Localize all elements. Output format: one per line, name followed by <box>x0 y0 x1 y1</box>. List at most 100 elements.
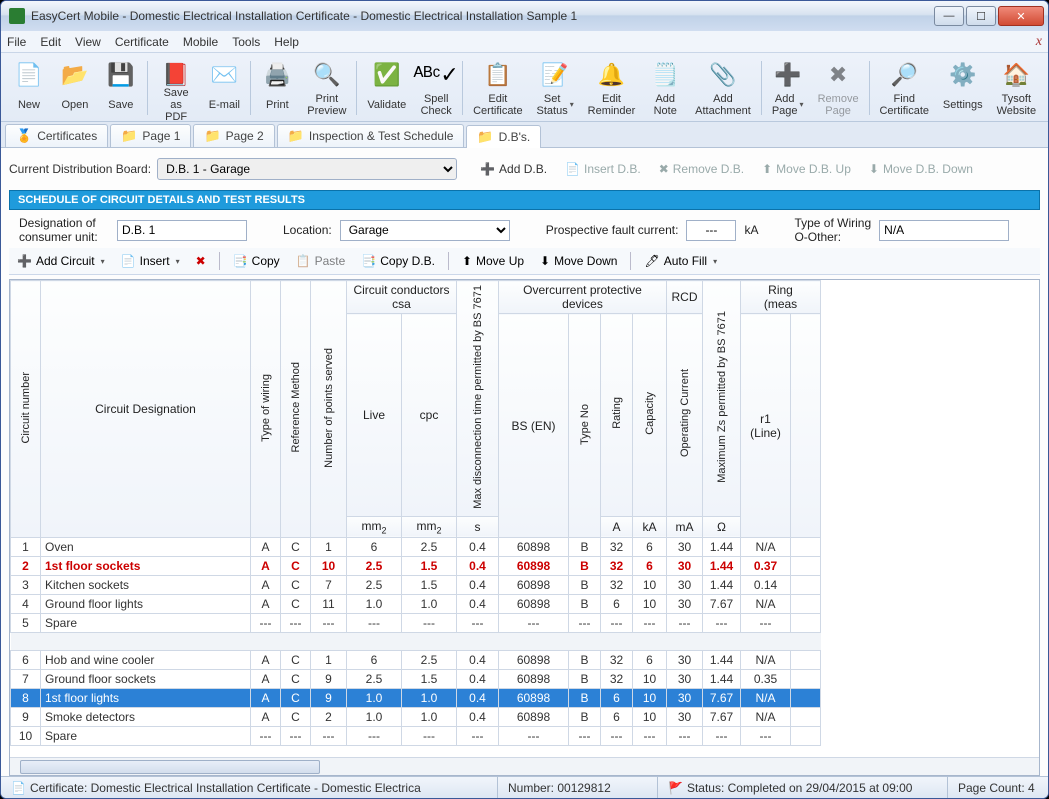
doc-close-button[interactable]: x <box>1036 34 1042 50</box>
tab-dbs[interactable]: 📁D.B's. <box>466 125 541 148</box>
cert-icon: 🏅 <box>16 128 32 144</box>
ribbon-savepdf[interactable]: 📕Saveas PDF <box>152 57 201 119</box>
ribbon-addatt[interactable]: 📎AddAttachment <box>689 57 757 119</box>
table-row[interactable]: 4Ground floor lightsAC111.01.00.460898B6… <box>11 595 821 614</box>
ribbon-preview[interactable]: 🔍PrintPreview <box>301 57 352 119</box>
table-row[interactable]: 21st floor socketsAC102.51.50.460898B326… <box>11 557 821 576</box>
menu-edit[interactable]: Edit <box>40 35 61 49</box>
menu-view[interactable]: View <box>75 35 101 49</box>
table-row[interactable]: 1OvenAC162.50.460898B326301.44N/A <box>11 538 821 557</box>
ribbon-setstatus[interactable]: 📝SetStatus▾ <box>531 57 580 119</box>
db-action-insdb: 📄 Insert D.B. <box>560 160 646 178</box>
ribbon-print[interactable]: 🖨️Print <box>255 57 299 119</box>
tb-moveup[interactable]: ⬆Move Up <box>456 252 530 270</box>
ribbon-toolbar: 📄New📂Open💾Save📕Saveas PDF✉️E-mail🖨️Print… <box>1 53 1048 122</box>
ribbon-addnote[interactable]: 🗒️AddNote <box>643 57 687 119</box>
ribbon-settings[interactable]: ⚙️Settings <box>937 57 989 119</box>
tab-its[interactable]: 📁Inspection & Test Schedule <box>277 124 465 147</box>
addpage-icon: ➕ <box>772 59 804 91</box>
print-label: Print <box>266 93 289 117</box>
tab-certs[interactable]: 🏅Certificates <box>5 124 108 147</box>
preview-label: PrintPreview <box>307 93 346 117</box>
table-row[interactable]: 5Spare----------------------------------… <box>11 614 821 633</box>
settings-label: Settings <box>943 93 983 117</box>
setstatus-icon: 📝 <box>539 59 571 91</box>
tb-movedn[interactable]: ⬇Move Down <box>534 252 623 270</box>
grid-container: Circuit numberCircuit DesignationType of… <box>9 279 1040 776</box>
table-row[interactable]: 6Hob and wine coolerAC162.50.460898B3263… <box>11 651 821 670</box>
addnote-label: AddNote <box>654 93 677 117</box>
maximize-button[interactable]: ☐ <box>966 6 996 26</box>
print-icon: 🖨️ <box>261 59 293 91</box>
ribbon-editrem[interactable]: 🔔EditReminder <box>582 57 642 119</box>
form-row: Designation of consumer unit: Location: … <box>9 210 1040 248</box>
validate-icon: ✅ <box>371 59 403 91</box>
tb-autofill[interactable]: 🖊Auto Fill▾ <box>638 252 723 270</box>
save-label: Save <box>108 93 133 117</box>
menu-mobile[interactable]: Mobile <box>183 35 218 49</box>
insdb-icon: 📄 <box>565 162 580 176</box>
tb-paste: 📋Paste <box>290 252 352 270</box>
findcert-label: FindCertificate <box>879 93 929 117</box>
ribbon-open[interactable]: 📂Open <box>53 57 97 119</box>
tb-ins[interactable]: 📄Insert▾ <box>115 252 186 270</box>
tb-copy[interactable]: 📑Copy <box>227 252 286 270</box>
tb-addc[interactable]: ➕Add Circuit▾ <box>11 252 111 270</box>
ribbon-new[interactable]: 📄New <box>7 57 51 119</box>
ribbon-validate[interactable]: ✅Validate <box>361 57 412 119</box>
editrem-label: EditReminder <box>588 93 636 117</box>
remdb-icon: ✖ <box>659 162 669 176</box>
h-scrollbar[interactable] <box>10 757 1039 775</box>
tb-del[interactable]: ✖ <box>190 252 212 270</box>
preview-icon: 🔍 <box>311 59 343 91</box>
table-row[interactable]: 9Smoke detectorsAC21.01.00.460898B610307… <box>11 708 821 727</box>
table-row[interactable]: 81st floor lightsAC91.01.00.460898B61030… <box>11 689 821 708</box>
wiring-input[interactable] <box>879 220 1009 241</box>
designation-label: Designation of consumer unit: <box>19 216 109 244</box>
menu-help[interactable]: Help <box>274 35 299 49</box>
tab-p1[interactable]: 📁Page 1 <box>110 124 191 147</box>
folder-icon: 📁 <box>121 128 137 144</box>
copydb-icon: 📑 <box>361 254 376 268</box>
content-area: Current Distribution Board: D.B. 1 - Gar… <box>1 148 1048 776</box>
pfc-label: Prospective fault current: <box>546 223 679 237</box>
ribbon-spell[interactable]: ᴬᴮᶜ✓SpellCheck <box>414 57 458 119</box>
db-action-mvdn: ⬇ Move D.B. Down <box>864 160 978 178</box>
current-db-select[interactable]: D.B. 1 - Garage <box>157 158 457 180</box>
designation-input[interactable] <box>117 220 247 241</box>
ribbon-editcert[interactable]: 📋EditCertificate <box>467 57 528 119</box>
ribbon-save[interactable]: 💾Save <box>99 57 143 119</box>
circuit-grid[interactable]: Circuit numberCircuit DesignationType of… <box>10 280 821 746</box>
tb-copydb[interactable]: 📑Copy D.B. <box>355 252 441 270</box>
menu-certificate[interactable]: Certificate <box>115 35 169 49</box>
rempage-label: RemovePage <box>818 93 859 117</box>
minimize-button[interactable]: — <box>934 6 964 26</box>
addc-icon: ➕ <box>17 254 32 268</box>
circuit-toolbar: ➕Add Circuit▾📄Insert▾✖ 📑Copy📋Paste📑Copy D… <box>9 248 1040 275</box>
table-row[interactable]: 3Kitchen socketsAC72.51.50.460898B321030… <box>11 576 821 595</box>
pfc-unit: kA <box>744 223 758 237</box>
location-select[interactable]: Garage <box>340 220 510 241</box>
status-pages: Page Count: 4 <box>958 781 1035 795</box>
ribbon-addpage[interactable]: ➕AddPage▾ <box>766 57 810 119</box>
grid-scroll[interactable]: Circuit numberCircuit DesignationType of… <box>10 280 1039 757</box>
table-row[interactable]: 7Ground floor socketsAC92.51.50.460898B3… <box>11 670 821 689</box>
email-icon: ✉️ <box>208 59 240 91</box>
folder-icon: 📁 <box>477 129 493 145</box>
ribbon-website[interactable]: 🏠TysoftWebsite <box>991 57 1042 119</box>
db-action-adddb[interactable]: ➕ Add D.B. <box>475 160 552 178</box>
scroll-thumb[interactable] <box>20 760 320 774</box>
table-row[interactable]: 10Spare---------------------------------… <box>11 727 821 746</box>
spell-label: SpellCheck <box>421 93 452 117</box>
db-action-mvup: ⬆ Move D.B. Up <box>757 160 856 178</box>
tab-p2[interactable]: 📁Page 2 <box>193 124 274 147</box>
ribbon-email[interactable]: ✉️E-mail <box>202 57 246 119</box>
status-status: Status: Completed on 29/04/2015 at 09:00 <box>687 781 913 795</box>
new-icon: 📄 <box>13 59 45 91</box>
close-button[interactable]: ✕ <box>998 6 1044 26</box>
titlebar[interactable]: EasyCert Mobile - Domestic Electrical In… <box>1 1 1048 31</box>
pfc-input[interactable] <box>686 220 736 241</box>
menu-file[interactable]: File <box>7 35 26 49</box>
ribbon-findcert[interactable]: 🔎FindCertificate <box>874 57 935 119</box>
menu-tools[interactable]: Tools <box>232 35 260 49</box>
